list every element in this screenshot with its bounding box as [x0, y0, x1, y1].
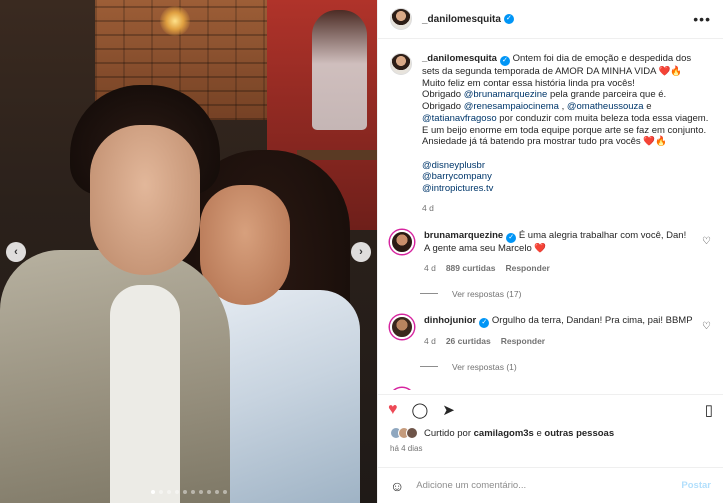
comment-text: Orgulho da terra, Dandan! Pra cima, pai!…	[491, 314, 693, 326]
caption-line-4b: e	[643, 101, 652, 113]
comment-likes[interactable]: 26 curtidas	[446, 336, 491, 348]
carousel-dot	[190, 490, 195, 494]
verified-badge-icon: ✓	[479, 317, 490, 328]
caption: _danilomesquita ✓ Ontem foi dia de emoção…	[390, 53, 711, 214]
caption-author[interactable]: _danilomesquita	[422, 53, 497, 64]
caption-line-6: E um beijo enorme em toda equipe porque …	[422, 124, 707, 136]
liked-by: Curtido por camilagom3s e outras pessoas	[378, 424, 723, 442]
liked-by-prefix: Curtido por	[424, 427, 471, 439]
liked-by-others[interactable]: outras pessoas	[544, 428, 614, 439]
view-replies-button[interactable]: Ver respostas (1)	[420, 362, 711, 372]
post-timestamp[interactable]: há 4 dias	[378, 442, 723, 453]
bookmark-icon[interactable]: ▯	[705, 401, 713, 419]
heart-fire-emoji: ❤️🔥	[658, 66, 683, 77]
carousel-dot	[158, 490, 163, 494]
comment-username[interactable]: dinhojunior	[424, 315, 476, 326]
comment-item	[390, 387, 711, 390]
caption-line-7: Ansiedade já tá batendo pra mostrar tudo…	[422, 136, 644, 148]
carousel-dot	[222, 490, 227, 494]
carousel-dot	[166, 490, 171, 494]
carousel-dot	[214, 490, 219, 494]
comment-input[interactable]	[416, 480, 682, 491]
post-action-bar: ♥ ◯ ➤ ▯	[378, 394, 723, 424]
avatar[interactable]	[390, 314, 414, 339]
comments-scroll-area[interactable]: _danilomesquita ✓ Ontem foi dia de emoção…	[378, 39, 723, 390]
comment-username[interactable]: brunamarquezine	[424, 230, 503, 241]
liked-by-and: e	[533, 427, 545, 439]
post-header: _danilomesquita ✓ •••	[378, 0, 723, 39]
carousel-dot	[182, 490, 187, 494]
comment-timestamp[interactable]: 4 d	[424, 336, 436, 348]
mention-link[interactable]: @intropictures.tv	[422, 183, 493, 194]
mention-link[interactable]: @tatianavfragoso	[422, 113, 497, 124]
share-icon[interactable]: ➤	[442, 401, 455, 419]
more-options-icon[interactable]: •••	[693, 11, 711, 27]
avatar[interactable]	[390, 8, 412, 30]
reply-button[interactable]: Responder	[505, 263, 549, 275]
comment-item: brunamarquezine ✓ É uma alegria trabalhar…	[390, 230, 711, 274]
add-comment-bar: ☺ Postar	[378, 467, 723, 503]
avatar[interactable]	[390, 387, 414, 390]
heart-fire-emoji: ❤️🔥	[643, 136, 667, 148]
liker-avatars[interactable]	[390, 427, 418, 439]
verified-badge-icon: ✓	[506, 233, 517, 244]
view-replies-label: Ver respostas (1)	[452, 361, 517, 372]
carousel-dot	[206, 490, 211, 494]
post-modal: ‹ › _danilomesquita ✓ ••• _danilomesquit…	[0, 0, 723, 503]
chevron-left-icon: ‹	[14, 246, 18, 258]
heart-emoji: ❤️	[534, 243, 547, 255]
mention-link[interactable]: @disneyplusbr	[422, 160, 485, 171]
carousel-prev-button[interactable]: ‹	[6, 242, 26, 262]
comment-timestamp[interactable]: 4 d	[424, 263, 436, 275]
caption-line-4-sep: ,	[558, 101, 567, 113]
carousel-dot	[174, 490, 179, 494]
caption-line-4a: Obrigado	[422, 101, 464, 113]
author-username[interactable]: _danilomesquita	[422, 14, 501, 25]
avatar[interactable]	[390, 53, 412, 75]
mention-link[interactable]: @omatheussouza	[567, 101, 644, 112]
like-comment-heart-icon[interactable]: ♡	[702, 236, 711, 247]
carousel-next-button[interactable]: ›	[351, 242, 371, 262]
avatar[interactable]	[390, 230, 414, 255]
emoji-icon[interactable]: ☺	[390, 478, 404, 494]
view-replies-label: Ver respostas (17)	[452, 288, 522, 299]
like-comment-heart-icon[interactable]: ♡	[702, 321, 711, 332]
carousel-indicator	[0, 490, 377, 494]
comment-icon[interactable]: ◯	[412, 401, 429, 419]
caption-timestamp: 4 d	[422, 202, 434, 213]
carousel-dot	[198, 490, 203, 494]
mention-link[interactable]: @brunamarquezine	[464, 89, 548, 100]
chevron-right-icon: ›	[359, 246, 363, 258]
mention-link[interactable]: @barrycompany	[422, 171, 492, 182]
caption-line-3a: Obrigado	[422, 89, 464, 101]
verified-badge-icon: ✓	[503, 14, 514, 24]
carousel-dot	[150, 490, 155, 494]
caption-text: _danilomesquita ✓ Ontem foi dia de emoção…	[422, 53, 711, 214]
liked-by-user[interactable]: camilagom3s	[474, 428, 534, 439]
post-comment-button[interactable]: Postar	[681, 480, 711, 491]
post-side-panel: _danilomesquita ✓ ••• _danilomesquita ✓ O…	[377, 0, 723, 503]
verified-badge-icon: ✓	[499, 56, 510, 66]
view-replies-button[interactable]: Ver respostas (17)	[420, 289, 711, 299]
like-heart-icon[interactable]: ♥	[388, 401, 398, 419]
comment-likes[interactable]: 889 curtidas	[446, 263, 496, 275]
post-photo[interactable]: ‹ ›	[0, 0, 377, 503]
caption-line-5b: por conduzir com muita beleza toda essa …	[496, 112, 709, 124]
caption-line-3b: pela grande parceira que é.	[547, 89, 667, 101]
reply-button[interactable]: Responder	[501, 336, 545, 348]
mention-link[interactable]: @renesampaiocinema	[464, 101, 559, 112]
caption-line-2: Muito feliz em contar essa história lind…	[422, 77, 635, 89]
comment-item: dinhojunior ✓ Orgulho da terra, Dandan! P…	[390, 314, 711, 348]
